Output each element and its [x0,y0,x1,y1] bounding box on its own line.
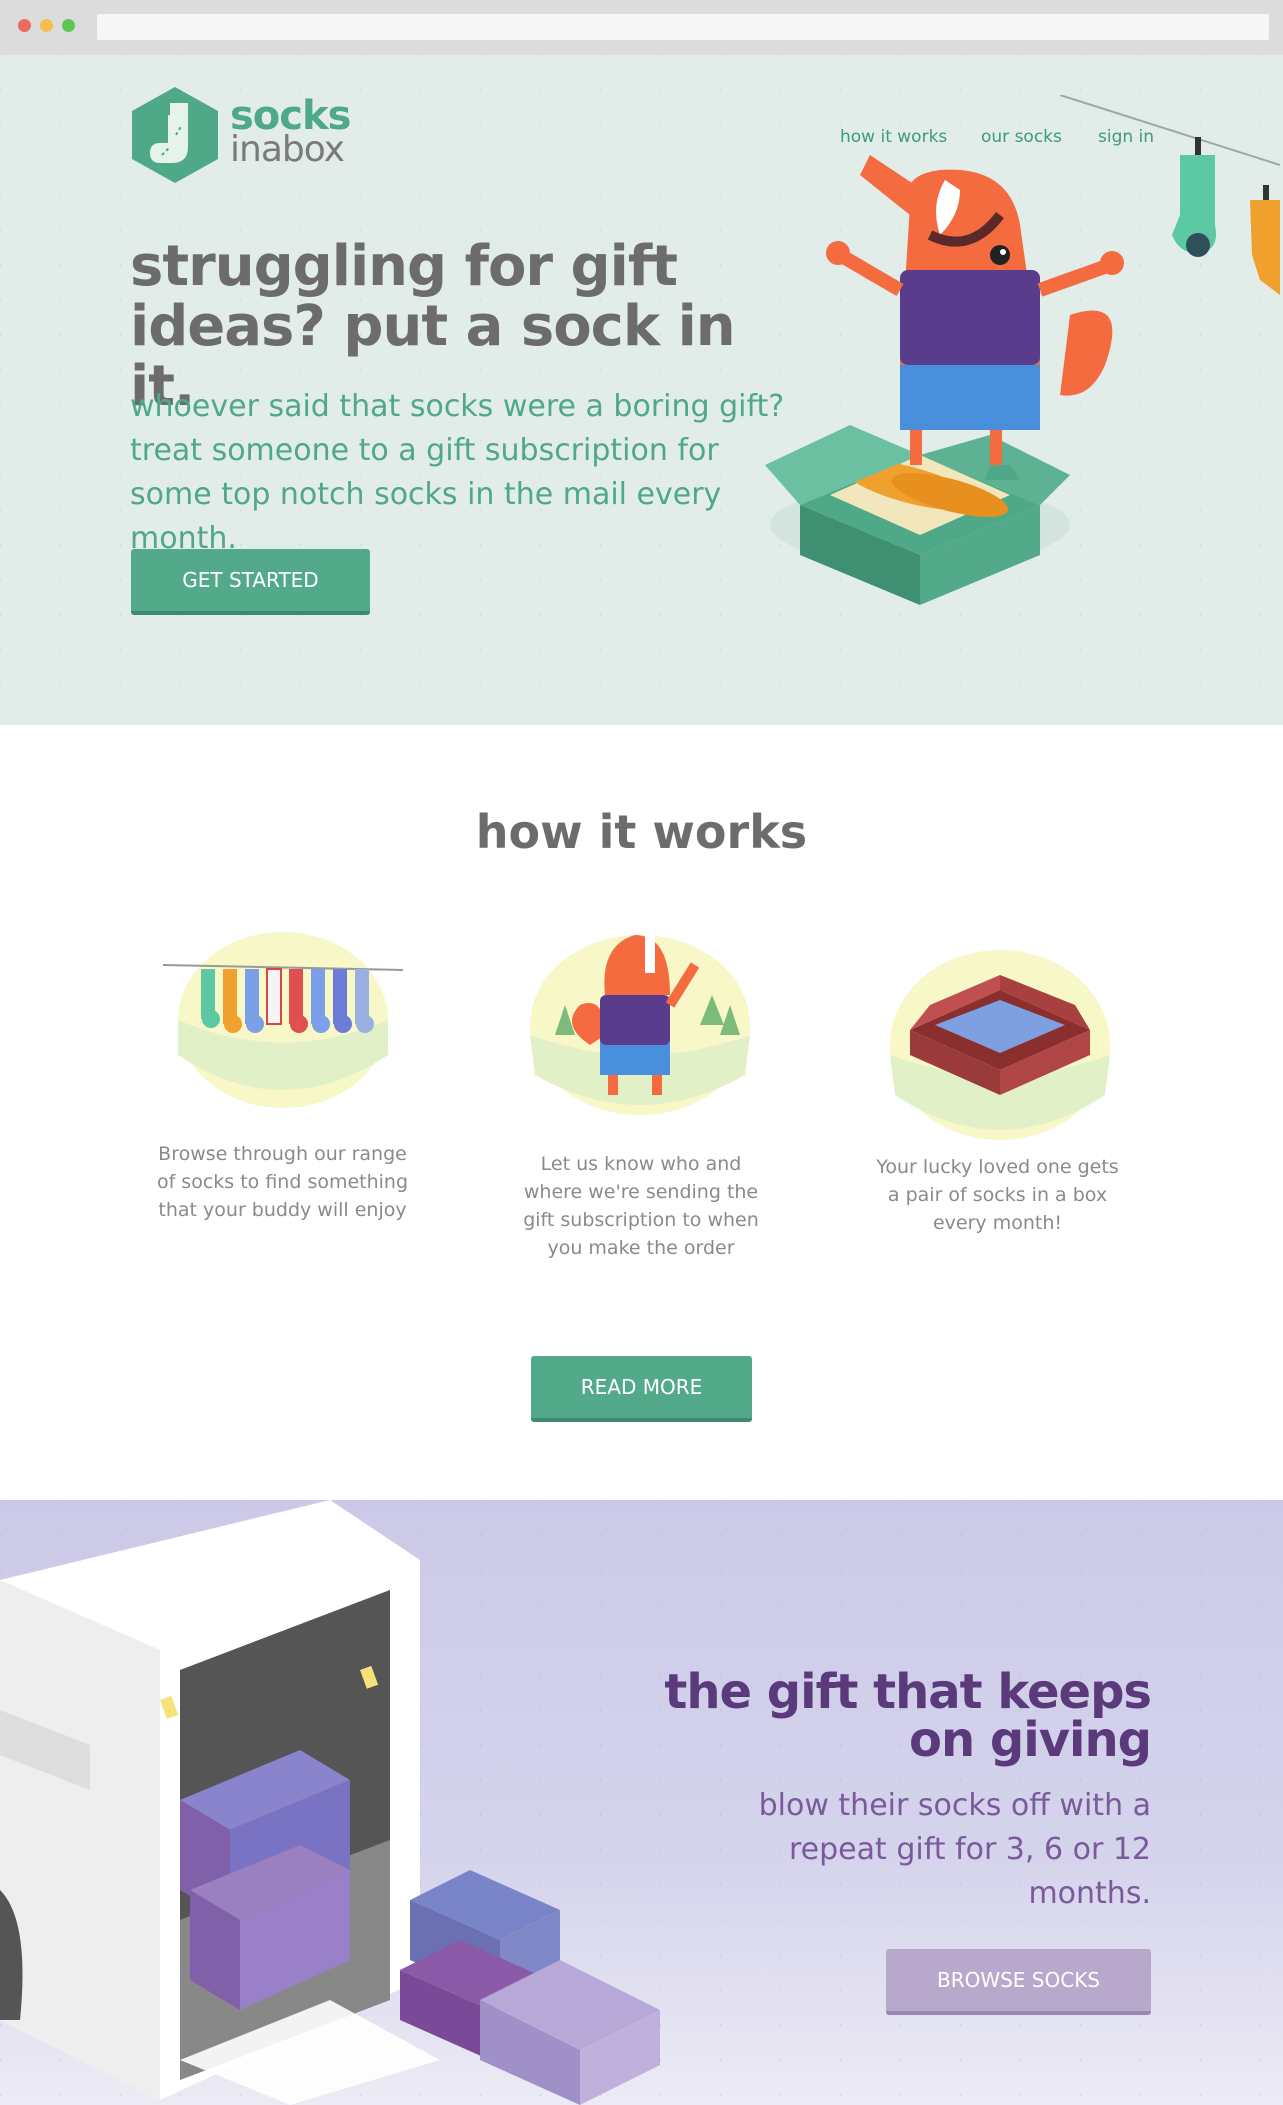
read-more-button[interactable]: READ MORE [531,1356,752,1422]
logo-text-inabox: inabox [230,129,345,170]
step-1-text: Browse through our range of socks to fin… [156,1143,409,1221]
step-2-text: Let us know who and where we're sending … [523,1153,759,1259]
gift-section: the gift that keeps on giving blow their… [0,1500,1283,2105]
hanging-sock-orange-icon [1250,185,1280,295]
get-started-button[interactable]: GET STARTED [131,549,370,615]
step-3-text: Your lucky loved one gets a pair of sock… [876,1156,1119,1234]
beaver-waving-icon [530,933,750,1115]
socks-clothesline-icon [163,932,403,1108]
logo-hex-icon [132,87,218,183]
sock-box-icon [890,950,1110,1140]
logo[interactable]: socks inabox [130,85,351,189]
hero-subtext: whoever said that socks were a boring gi… [130,389,785,556]
address-bar[interactable] [97,14,1269,40]
gift-subtext: blow their socks off with a repeat gift … [758,1788,1151,1911]
hero-section: socks inabox how it works our socks sign… [0,55,1283,725]
maximize-dot[interactable] [62,19,75,32]
browse-socks-button[interactable]: BROWSE SOCKS [886,1949,1151,2015]
delivery-truck-illustration [0,1500,660,2105]
how-it-works-section: how it works Browse through our range of… [0,725,1283,1500]
how-it-works-title: how it works [475,805,808,859]
gift-title: the gift that keeps on giving [664,1664,1152,1768]
close-dot[interactable] [18,19,31,32]
minimize-dot[interactable] [40,19,53,32]
beaver-gift-illustration [765,95,1280,605]
browser-chrome [0,0,1283,55]
hanging-sock-green-icon [1172,137,1216,257]
